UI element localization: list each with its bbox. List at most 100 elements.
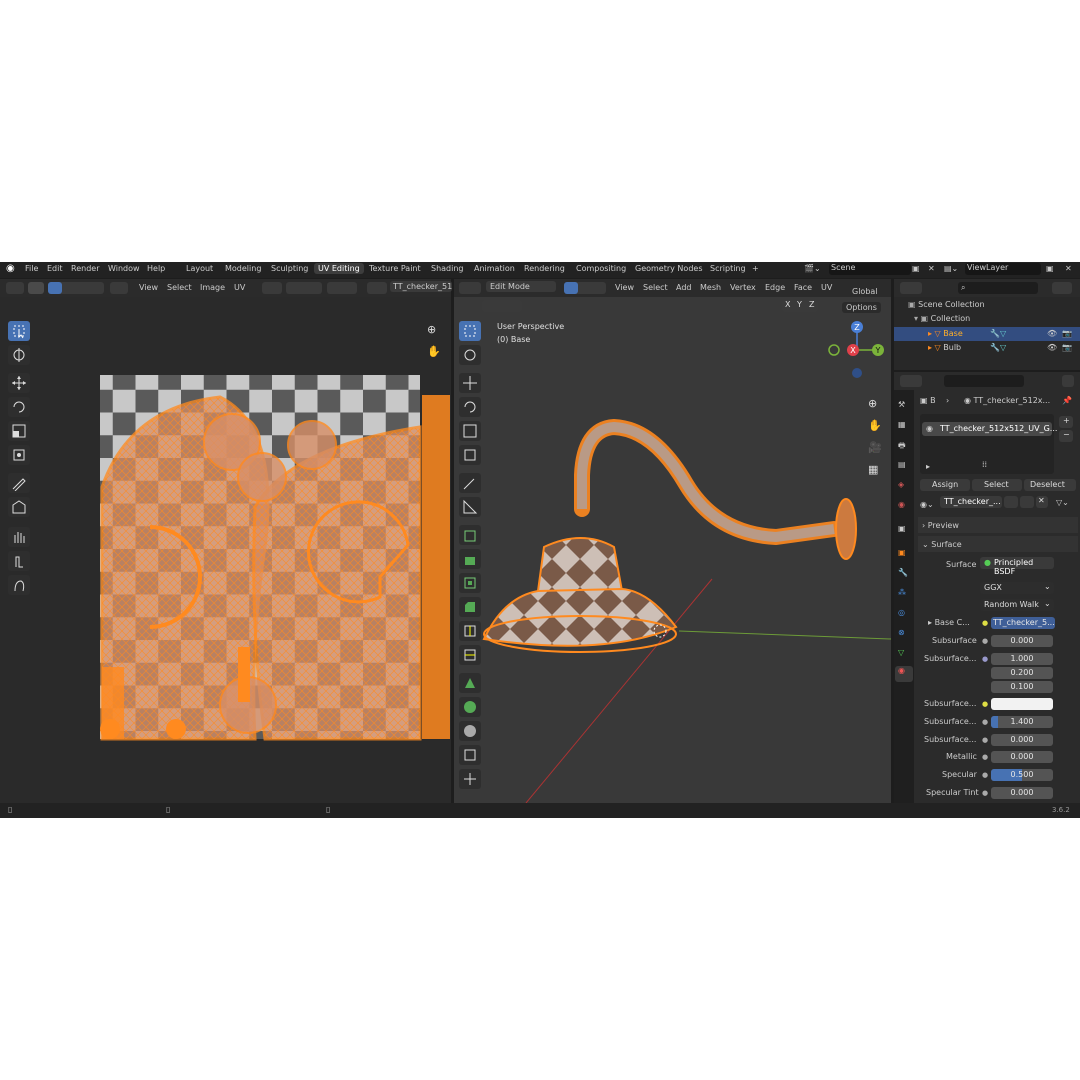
viewport-area[interactable]: Edit Mode View Select Add Mesh Vertex Ed…: [454, 279, 891, 803]
uv-menu-view[interactable]: View: [139, 283, 158, 292]
snap-icon[interactable]: [286, 282, 322, 294]
base-modifier-icon[interactable]: 🔧▽: [990, 329, 1006, 338]
tab-compositing[interactable]: Compositing: [576, 264, 626, 273]
material-name-field[interactable]: TT_checker_...: [940, 496, 1002, 508]
new-view-layer-icon[interactable]: ▣: [1046, 264, 1054, 273]
tab-modeling[interactable]: Modeling: [225, 264, 261, 273]
relax-tool[interactable]: [8, 551, 30, 571]
delete-view-layer-icon[interactable]: ✕: [1065, 264, 1072, 273]
constraints-tab-icon[interactable]: ⊗: [898, 628, 905, 637]
select-mode-buttons[interactable]: [48, 282, 104, 294]
data-tab-icon[interactable]: ▽: [898, 648, 904, 657]
grab-tool[interactable]: [8, 527, 30, 547]
material-slot-list[interactable]: ◉ TT_checker_512x512_UV_G... ▸ ⁞⁞: [920, 414, 1057, 474]
image-browse-icon[interactable]: [367, 282, 387, 294]
duplicate-material-icon[interactable]: [1020, 496, 1034, 508]
delete-scene-icon[interactable]: ✕: [928, 264, 935, 273]
material-filter-icon[interactable]: ▽⌄: [1056, 498, 1069, 507]
uv-menu-image[interactable]: Image: [200, 283, 225, 292]
uv-disc-3[interactable]: [287, 420, 337, 470]
menu-render[interactable]: Render: [71, 264, 99, 273]
view-layer-icon[interactable]: ▤⌄: [944, 264, 958, 273]
distribution-dropdown[interactable]: GGX ⌄: [980, 582, 1054, 594]
material-slot-item[interactable]: ◉ TT_checker_512x512_UV_G...: [922, 422, 1057, 436]
blender-logo-icon[interactable]: ◉: [6, 263, 15, 274]
scale-tool[interactable]: [8, 421, 30, 441]
outliner-collection[interactable]: ▾ ▣ Collection: [914, 314, 970, 323]
preview-panel-header[interactable]: › Preview: [918, 517, 1078, 533]
outliner[interactable]: ⌕ ▣ Scene Collection ▾ ▣ Collection ▸ ▽ …: [894, 279, 1080, 370]
new-scene-icon[interactable]: ▣: [912, 264, 920, 273]
menu-window[interactable]: Window: [108, 264, 140, 273]
outliner-row-base[interactable]: ▸ ▽ Base 🔧▽ 👁 📷: [894, 327, 1080, 341]
pan-hand-icon[interactable]: ✋: [427, 345, 441, 358]
output-tab-icon[interactable]: 🖶: [898, 440, 906, 454]
uv-menu-select[interactable]: Select: [167, 283, 192, 292]
particles-tab-icon[interactable]: ⁂: [898, 588, 906, 597]
material-crumb[interactable]: ◉ TT_checker_512x...: [964, 396, 1050, 405]
scene-tab-icon[interactable]: ◈: [898, 480, 904, 489]
deselect-button[interactable]: Deselect: [1024, 479, 1076, 491]
world-tab-icon[interactable]: ◉: [898, 500, 905, 509]
menu-file[interactable]: File: [25, 264, 38, 273]
pinch-tool[interactable]: [8, 575, 30, 595]
annotate-tool[interactable]: [8, 473, 30, 493]
properties-options-icon[interactable]: [1062, 375, 1074, 387]
subsurface-radius-z[interactable]: 0.100: [991, 681, 1053, 693]
cursor-tool[interactable]: [8, 345, 30, 365]
filter-icon[interactable]: [1052, 282, 1072, 294]
subsurface-anisotropy-value[interactable]: 0.000: [991, 734, 1053, 746]
move-tool[interactable]: [8, 373, 30, 393]
uv-menu-uv[interactable]: UV: [234, 283, 245, 292]
pivot-icon[interactable]: [262, 282, 282, 294]
pin-icon[interactable]: 📌: [1062, 396, 1072, 405]
tool-tab-icon[interactable]: ⚒: [898, 400, 905, 409]
outliner-search-input[interactable]: ⌕: [958, 282, 1038, 294]
specular-value[interactable]: 0.500: [991, 769, 1053, 781]
material-browse-icon[interactable]: ◉⌄: [920, 500, 934, 509]
modifier-tab-icon[interactable]: 🔧: [898, 568, 908, 577]
tab-geometry-nodes[interactable]: Geometry Nodes: [635, 264, 702, 273]
object-crumb[interactable]: ▣ B: [920, 396, 936, 405]
subsurface-value[interactable]: 0.000: [991, 635, 1053, 647]
surface-shader-field[interactable]: ● Principled BSDF: [980, 557, 1054, 576]
tab-scripting[interactable]: Scripting: [710, 264, 746, 273]
uv-disc-2[interactable]: [237, 452, 287, 502]
base-render-icon[interactable]: 📷: [1062, 329, 1072, 338]
menu-help[interactable]: Help: [147, 264, 165, 273]
rotate-tool[interactable]: [8, 397, 30, 417]
proportional-edit-icon[interactable]: [327, 282, 357, 294]
subsurface-ior-value[interactable]: 1.400: [991, 716, 1053, 728]
bulb-modifier-icon[interactable]: 🔧▽: [990, 343, 1006, 352]
surface-panel-header[interactable]: ⌄ Surface: [918, 536, 1078, 552]
slot-resize-handle[interactable]: ⁞⁞: [982, 460, 987, 469]
unlink-material-icon[interactable]: ✕: [1036, 496, 1048, 508]
add-slot-button[interactable]: +: [1059, 416, 1073, 428]
scene-field[interactable]: Scene: [829, 263, 911, 275]
outliner-scene-collection[interactable]: ▣ Scene Collection: [908, 300, 985, 309]
tab-animation[interactable]: Animation: [474, 264, 515, 273]
subsurface-method-dropdown[interactable]: Random Walk ⌄: [980, 599, 1054, 611]
uv-canvas[interactable]: [90, 367, 452, 741]
image-name-field[interactable]: TT_checker_512: [390, 281, 452, 292]
sticky-select-icon[interactable]: [110, 282, 128, 294]
tab-uv-editing[interactable]: UV Editing: [314, 263, 364, 274]
outliner-editor-type-icon[interactable]: [900, 282, 922, 294]
tab-sculpting[interactable]: Sculpting: [271, 264, 308, 273]
subsurface-radius-x[interactable]: 1.000: [991, 653, 1053, 665]
tweak-tool[interactable]: [8, 321, 30, 341]
remove-slot-button[interactable]: −: [1059, 430, 1073, 442]
object-tab-icon[interactable]: ▣: [898, 548, 906, 557]
uv-bar[interactable]: [238, 647, 250, 702]
tab-shading[interactable]: Shading: [431, 264, 464, 273]
rip-tool[interactable]: [8, 497, 30, 517]
base-color-value[interactable]: TT_checker_5...: [991, 617, 1055, 629]
bulb-visibility-icon[interactable]: 👁: [1047, 343, 1057, 352]
scene-icon[interactable]: 🎬⌄: [804, 264, 821, 273]
metallic-value[interactable]: 0.000: [991, 751, 1053, 763]
outliner-row-bulb[interactable]: ▸ ▽ Bulb 🔧▽ 👁 📷: [894, 341, 1080, 355]
tab-rendering[interactable]: Rendering: [524, 264, 565, 273]
tab-layout[interactable]: Layout: [186, 264, 213, 273]
view-layer-tab-icon[interactable]: ▤: [898, 460, 906, 469]
subsurface-radius-y[interactable]: 0.200: [991, 667, 1053, 679]
